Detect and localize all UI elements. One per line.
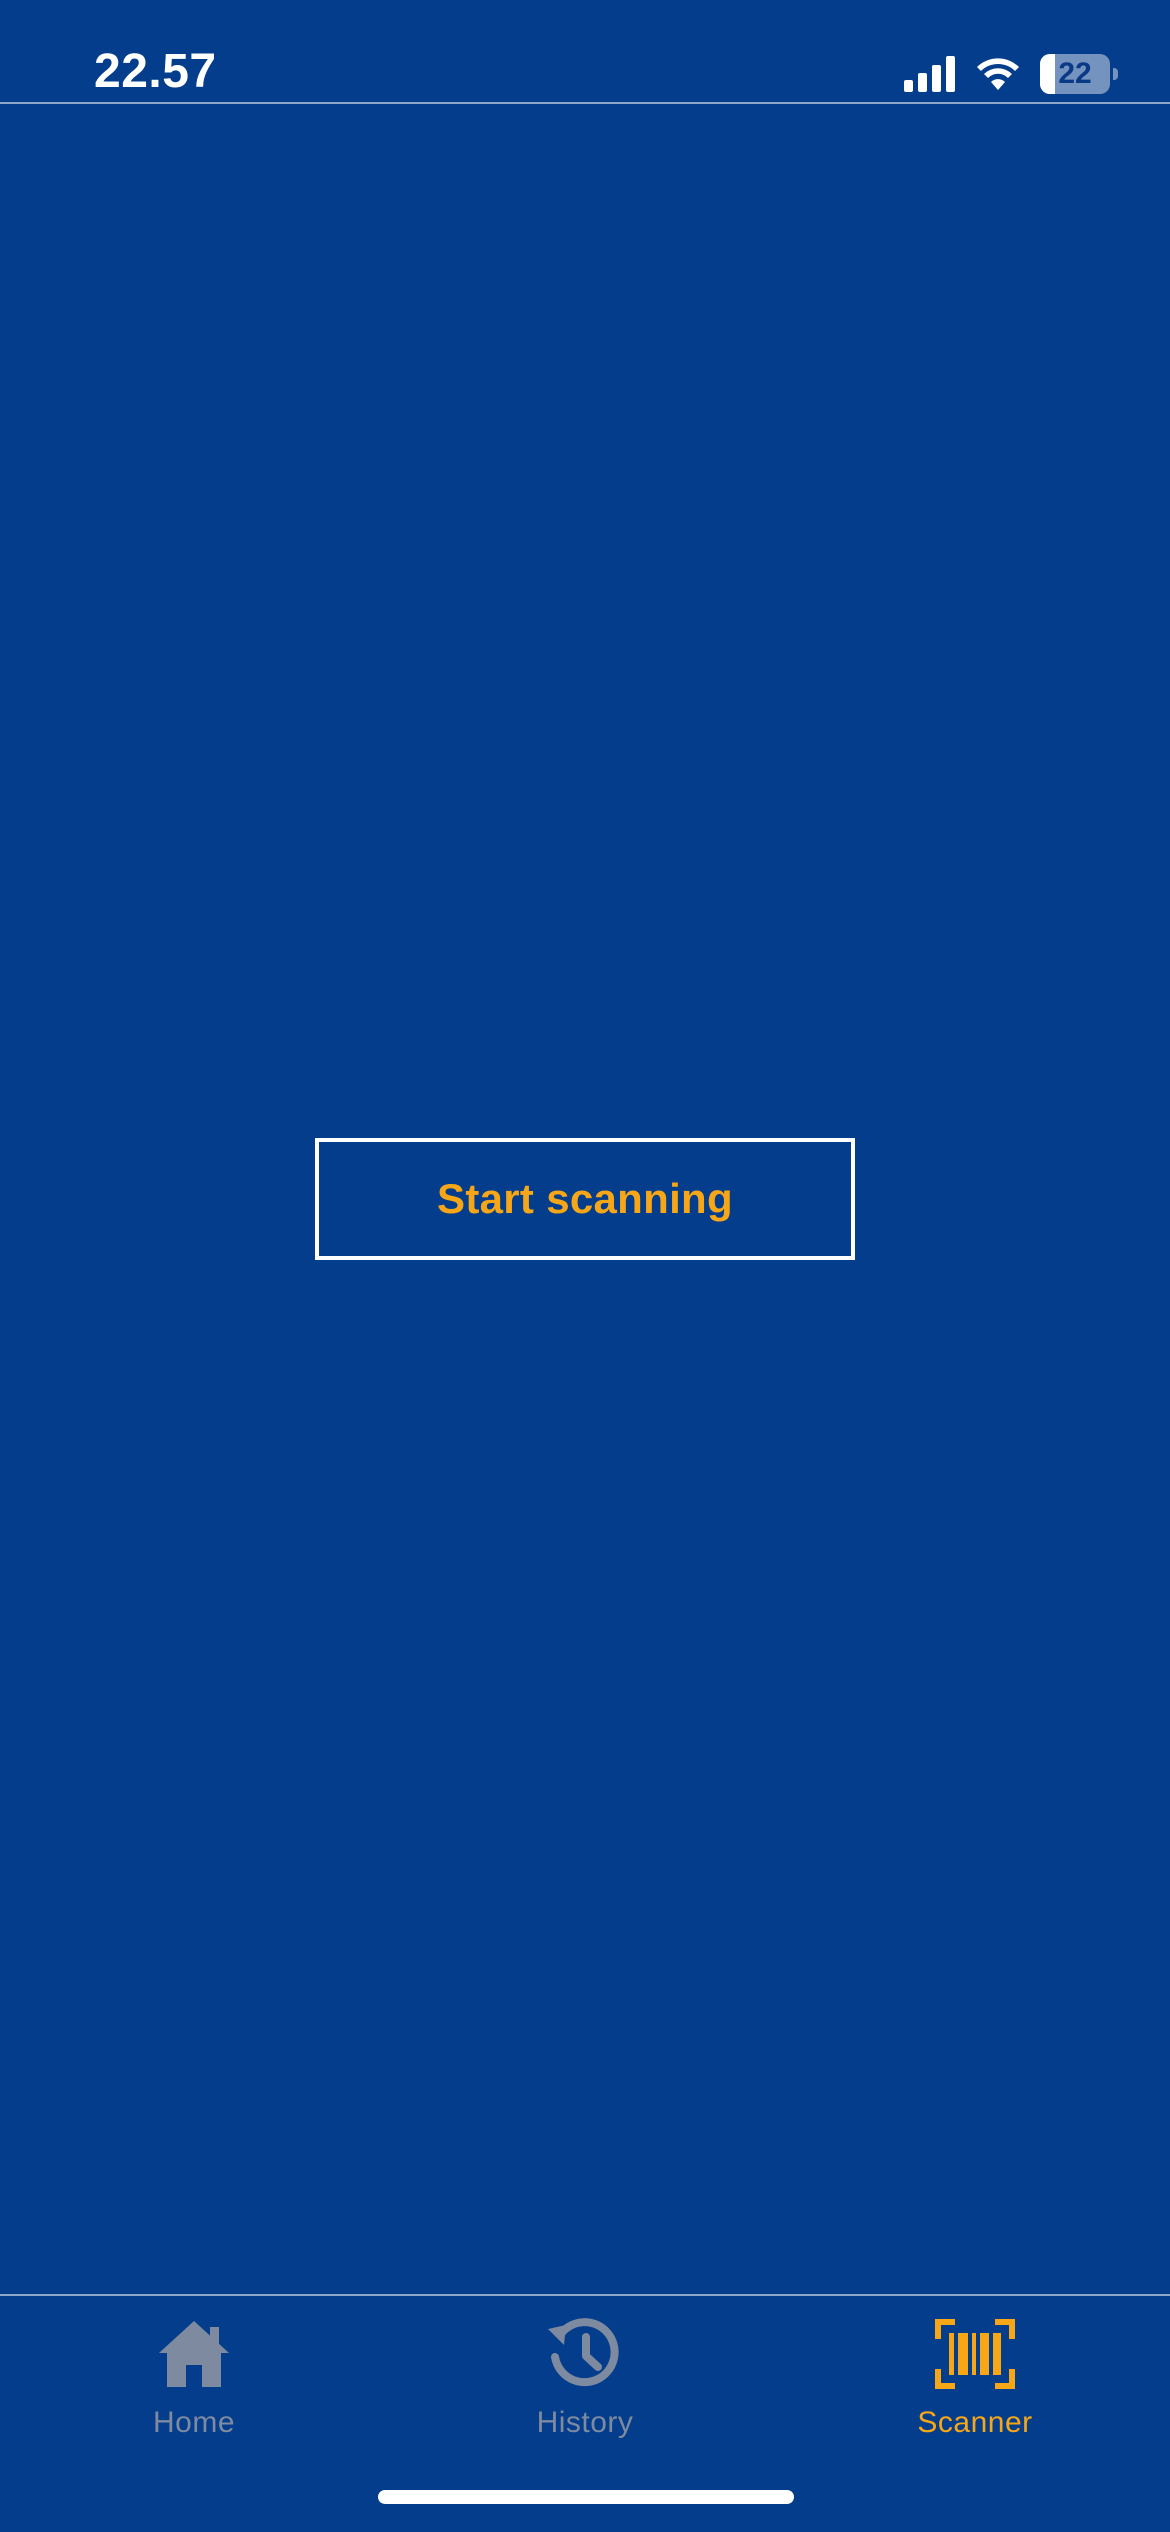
barcode-scanner-icon [935, 2314, 1015, 2394]
tab-scanner-label: Scanner [917, 2406, 1033, 2439]
tab-home[interactable]: Home [64, 2314, 324, 2464]
home-indicator[interactable] [378, 2490, 794, 2504]
tab-history-label: History [536, 2406, 634, 2439]
battery-body: 22 [1040, 54, 1110, 94]
battery-level: 22 [1058, 57, 1092, 90]
status-bar: 22.57 22 [0, 0, 1170, 104]
home-icon [154, 2314, 234, 2394]
signal-icon [904, 56, 956, 92]
battery-cap [1113, 68, 1118, 80]
status-icons: 22 [904, 52, 1118, 96]
status-time: 22.57 [94, 45, 217, 98]
tab-history[interactable]: History [455, 2314, 715, 2464]
tab-home-label: Home [152, 2406, 236, 2439]
history-icon [545, 2314, 625, 2394]
start-scanning-button[interactable]: Start scanning [315, 1138, 855, 1260]
start-scanning-label: Start scanning [437, 1175, 733, 1222]
battery-icon: 22 [1040, 54, 1118, 94]
wifi-icon [974, 56, 1022, 92]
tab-scanner[interactable]: Scanner [845, 2314, 1105, 2464]
